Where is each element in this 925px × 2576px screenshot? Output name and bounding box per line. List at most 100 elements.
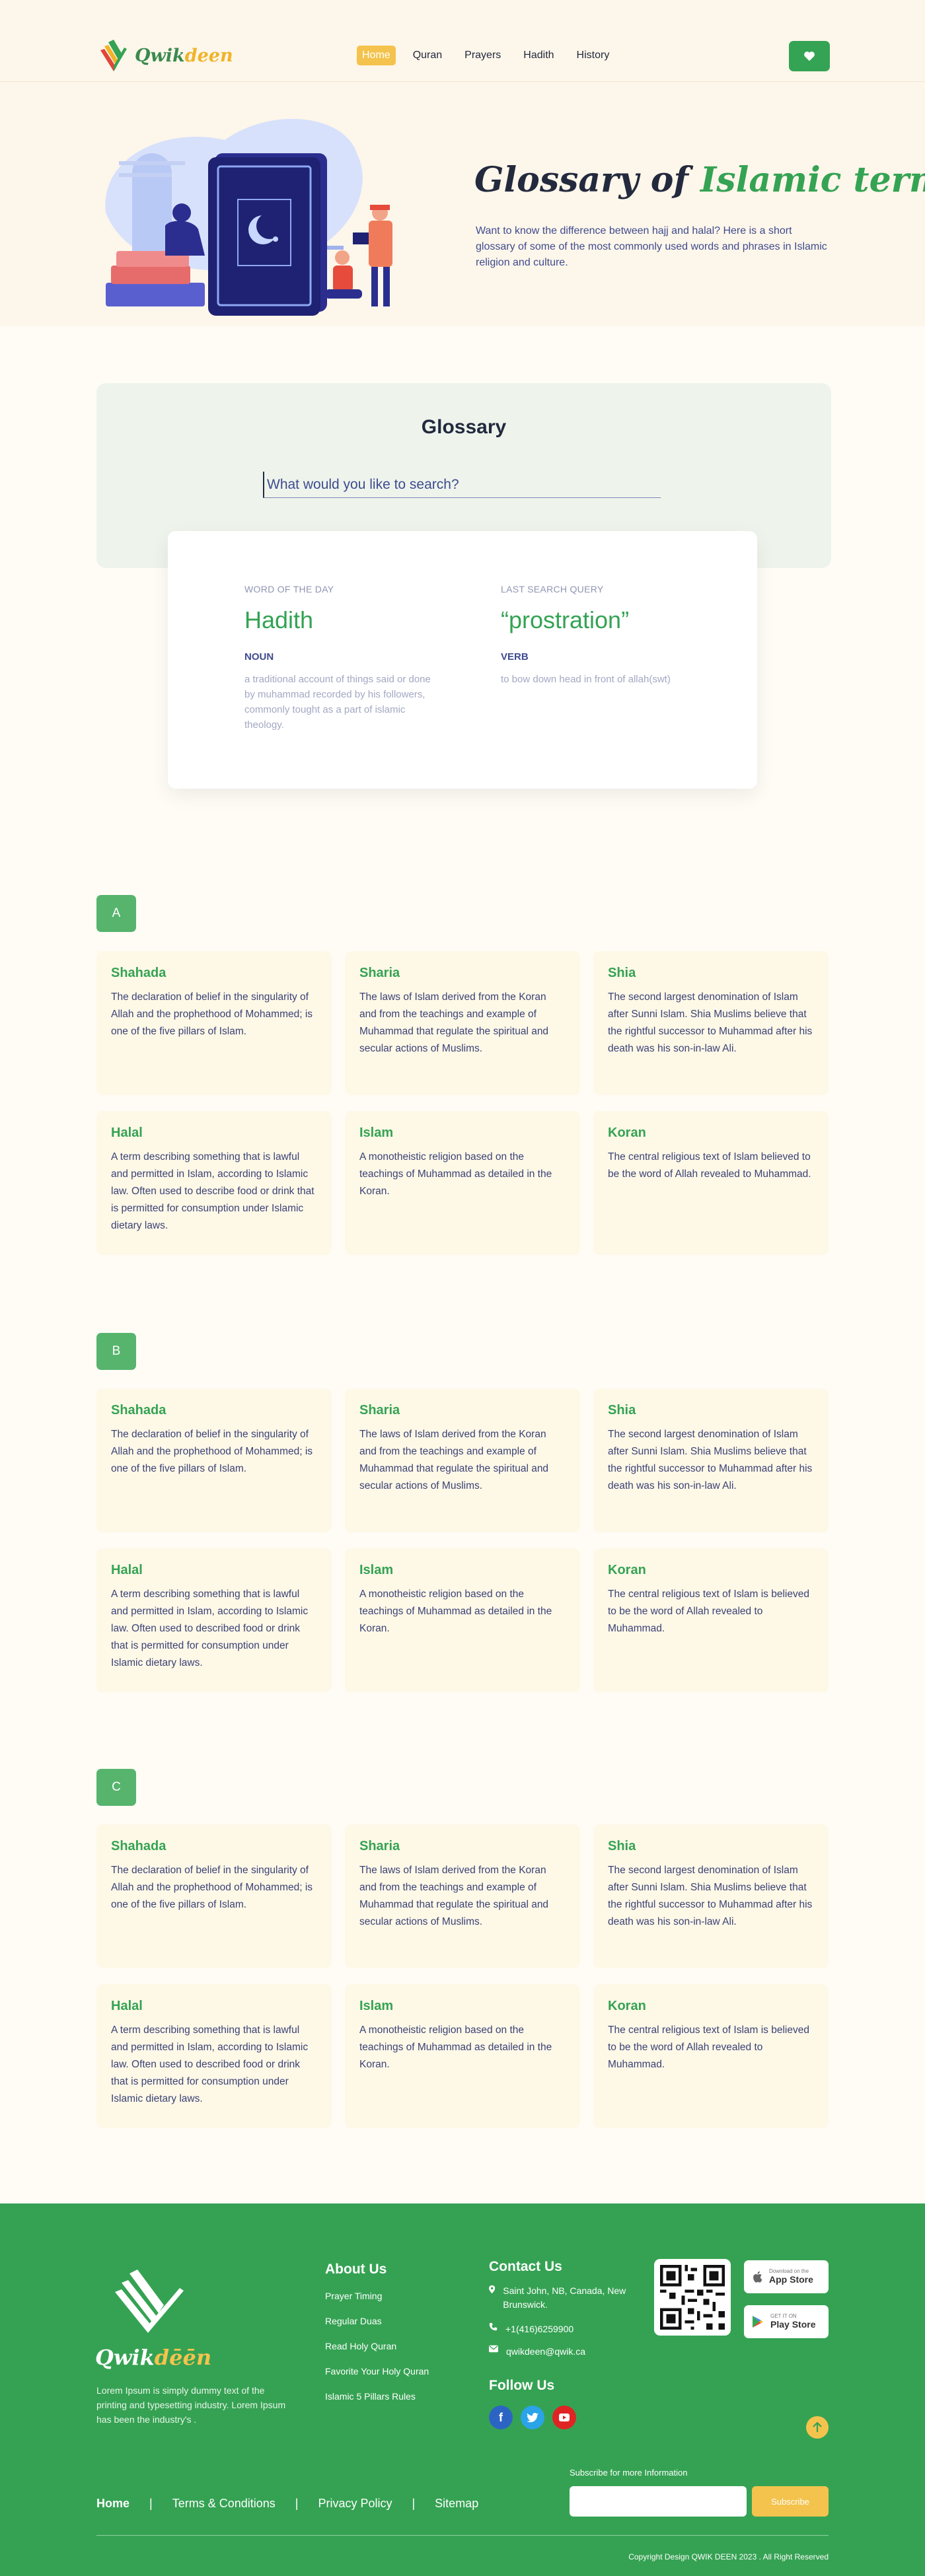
term-title: Koran xyxy=(608,1999,646,2013)
about-title: About Us xyxy=(325,2262,387,2277)
term-card[interactable]: Sharia The laws of Islam derived from the… xyxy=(345,951,580,1095)
footer-brand: Qwikdēēn xyxy=(95,2345,212,2370)
arrow-up-icon xyxy=(813,2422,822,2432)
subscribe-caption: Subscribe for more Information xyxy=(570,2468,688,2478)
nav-quran[interactable]: Quran xyxy=(408,46,447,65)
about-link[interactable]: Prayer Timing xyxy=(325,2291,429,2301)
phone-icon xyxy=(489,2322,498,2331)
about-link[interactable]: Islamic 5 Pillars Rules xyxy=(325,2391,429,2402)
follow-title: Follow Us xyxy=(489,2378,555,2393)
nav-hadith[interactable]: Hadith xyxy=(518,46,559,65)
search-input[interactable] xyxy=(263,472,661,498)
term-card[interactable]: Shahada The declaration of belief in the … xyxy=(96,1824,332,1968)
apple-icon xyxy=(753,2271,762,2283)
term-grid-a: Shahada The declaration of belief in the … xyxy=(96,951,829,1255)
word-of-day-word[interactable]: Hadith xyxy=(244,606,443,634)
term-grid-c: Shahada The declaration of belief in the … xyxy=(96,1824,829,2128)
term-grid-b: Shahada The declaration of belief in the … xyxy=(96,1388,829,1692)
term-title: Halal xyxy=(111,1999,143,2013)
term-title: Islam xyxy=(359,1563,394,1577)
logo-icon xyxy=(100,40,127,71)
term-card[interactable]: Shahada The declaration of belief in the … xyxy=(96,951,332,1095)
term-card[interactable]: Halal A term describing something that is… xyxy=(96,1111,332,1255)
term-title: Koran xyxy=(608,1563,646,1577)
term-card[interactable]: Sharia The laws of Islam derived from the… xyxy=(345,1824,580,1968)
term-title: Shia xyxy=(608,1839,636,1853)
address: Saint John, NB, Canada, New Brunswick. xyxy=(489,2284,634,2312)
term-card[interactable]: Koran The central religious text of Islam… xyxy=(593,1548,829,1692)
youtube-icon[interactable] xyxy=(552,2406,576,2429)
last-search-definition: to bow down head in front of allah(swt) xyxy=(501,674,671,685)
favorites-button[interactable] xyxy=(789,41,830,71)
email[interactable]: qwikdeen@qwik.ca xyxy=(489,2345,585,2359)
term-card[interactable]: Shia The second largest denomination of I… xyxy=(593,1388,829,1532)
term-card[interactable]: Islam A monotheistic religion based on th… xyxy=(345,1548,580,1692)
subscribe-email-input[interactable] xyxy=(570,2486,747,2517)
footer-link-terms[interactable]: Terms & Conditions xyxy=(172,2497,276,2511)
term-card[interactable]: Shia The second largest denomination of I… xyxy=(593,951,829,1095)
term-card[interactable]: Halal A term describing something that is… xyxy=(96,1984,332,2128)
letter-badge-b[interactable]: B xyxy=(96,1333,136,1370)
app-store-button[interactable]: Download on the App Store xyxy=(744,2260,829,2293)
term-description: The declaration of belief in the singula… xyxy=(111,1865,313,1910)
last-search-pos: VERB xyxy=(501,651,529,662)
nav-history[interactable]: History xyxy=(572,46,615,65)
nav-prayers[interactable]: Prayers xyxy=(459,46,506,65)
separator: | xyxy=(149,2497,153,2510)
term-description: A term describing something that is lawf… xyxy=(111,1151,314,1231)
about-link[interactable]: Read Holy Quran xyxy=(325,2341,429,2351)
word-of-day-caption: WORD OF THE DAY xyxy=(244,584,334,594)
term-card[interactable]: Sharia The laws of Islam derived from the… xyxy=(345,1388,580,1532)
term-description: The laws of Islam derived from the Koran… xyxy=(359,1429,549,1491)
last-search-word[interactable]: “prostration” xyxy=(501,606,699,634)
term-title: Shia xyxy=(608,1403,636,1417)
letter-badge-a[interactable]: A xyxy=(96,895,136,932)
word-of-day-definition: a traditional account of things said or … xyxy=(244,674,431,731)
scroll-top-button[interactable] xyxy=(806,2416,829,2439)
footer-link-home[interactable]: Home xyxy=(96,2497,130,2511)
term-card[interactable]: Islam A monotheistic religion based on th… xyxy=(345,1984,580,2128)
facebook-icon[interactable]: f xyxy=(489,2406,513,2429)
term-card[interactable]: Islam A monotheistic religion based on th… xyxy=(345,1111,580,1255)
term-description: The second largest denomination of Islam… xyxy=(608,1865,813,1927)
glossary-title: Glossary xyxy=(421,416,507,438)
term-card[interactable]: Halal A term describing something that is… xyxy=(96,1548,332,1692)
google-play-icon xyxy=(753,2316,763,2328)
footer-link-privacy[interactable]: Privacy Policy xyxy=(318,2497,392,2511)
term-title: Koran xyxy=(608,1126,646,1140)
footer-divider xyxy=(96,2535,829,2536)
term-description: The declaration of belief in the singula… xyxy=(111,1429,313,1474)
nav-home[interactable]: Home xyxy=(357,46,396,65)
play-store-button[interactable]: GET IT ON Play Store xyxy=(744,2305,829,2338)
social-links: f xyxy=(489,2406,576,2429)
term-card[interactable]: Koran The central religious text of Islam… xyxy=(593,1111,829,1255)
term-title: Halal xyxy=(111,1126,143,1140)
term-description: The second largest denomination of Islam… xyxy=(608,1429,813,1491)
term-description: The laws of Islam derived from the Koran… xyxy=(359,991,549,1054)
term-description: The central religious text of Islam beli… xyxy=(608,1151,811,1180)
about-link[interactable]: Regular Duas xyxy=(325,2316,429,2326)
term-title: Islam xyxy=(359,1999,394,2013)
term-title: Islam xyxy=(359,1126,394,1140)
hero-section: Glossary of Islamic terms Want to know t… xyxy=(0,82,925,326)
term-title: Sharia xyxy=(359,966,400,980)
brand-logo[interactable]: Qwikdeen xyxy=(96,34,233,77)
term-card[interactable]: Shahada The declaration of belief in the … xyxy=(96,1388,332,1532)
separator: | xyxy=(412,2497,416,2510)
subscribe-button[interactable]: Subscribe xyxy=(752,2486,829,2517)
letter-badge-c[interactable]: C xyxy=(96,1769,136,1806)
phone[interactable]: +1(416)6259900 xyxy=(489,2322,574,2336)
term-card[interactable]: Shia The second largest denomination of I… xyxy=(593,1824,829,1968)
footer-logo-icon xyxy=(115,2270,184,2333)
hero-illustration xyxy=(105,118,392,316)
twitter-icon[interactable] xyxy=(521,2406,544,2429)
about-link[interactable]: Favorite Your Holy Quran xyxy=(325,2366,429,2377)
term-title: Halal xyxy=(111,1563,143,1577)
brand-name: Qwikdeen xyxy=(135,45,233,66)
mail-icon xyxy=(489,2345,498,2353)
term-description: A monotheistic religion based on the tea… xyxy=(359,2024,552,2070)
footer-nav: Home | Terms & Conditions | Privacy Poli… xyxy=(96,2497,478,2511)
site-footer: Qwikdēēn Lorem Ipsum is simply dummy tex… xyxy=(0,2203,925,2576)
term-card[interactable]: Koran The central religious text of Islam… xyxy=(593,1984,829,2128)
footer-link-sitemap[interactable]: Sitemap xyxy=(435,2497,478,2511)
